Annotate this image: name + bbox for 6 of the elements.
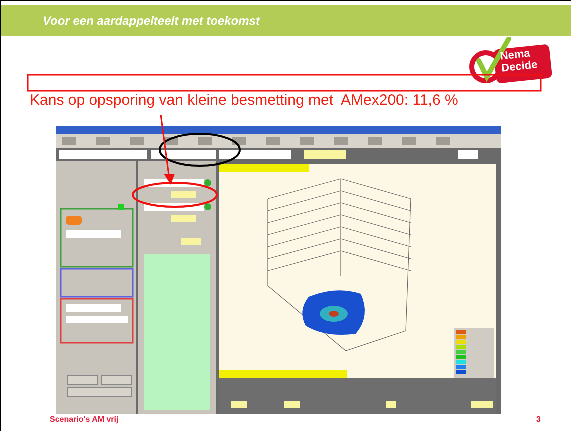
logo-text: Decide: [501, 59, 538, 75]
callout-text: Kans op opsporing van kleine besmetting met AMex200: 11,6 %: [30, 92, 460, 110]
arrow: [160, 114, 175, 185]
slide-title: Voor een aardappelteelt met toekomst: [43, 14, 260, 28]
footer-text: Scenario's AM vrij: [50, 415, 119, 424]
page-number: 3: [536, 415, 541, 424]
